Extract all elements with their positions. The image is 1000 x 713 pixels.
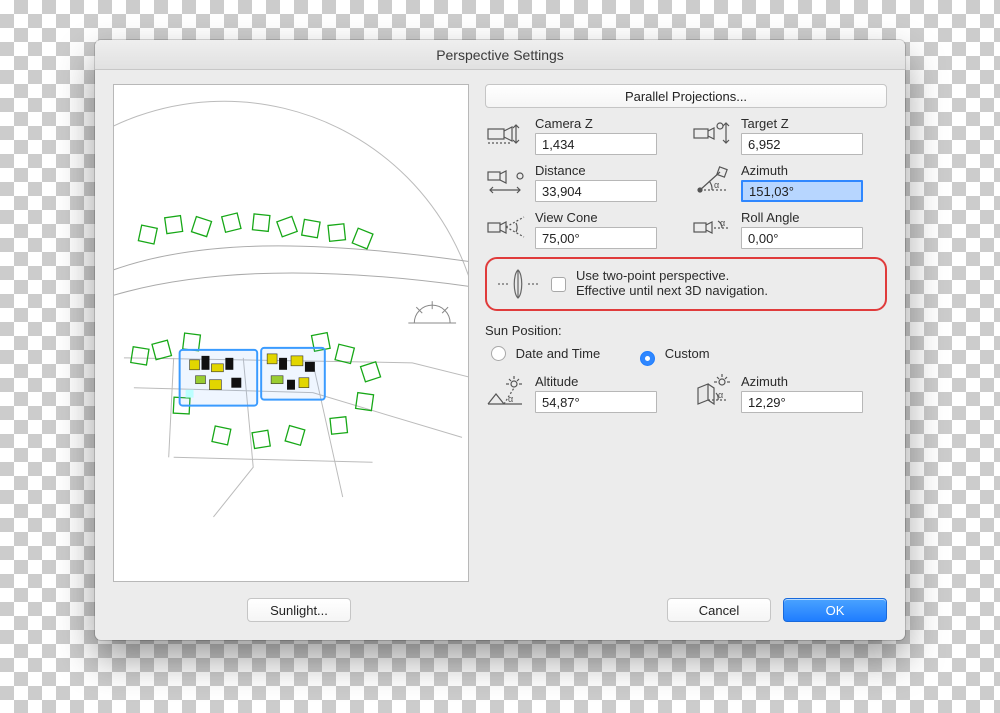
perspective-settings-dialog: Perspective Settings (95, 40, 905, 640)
svg-text:α: α (508, 394, 513, 404)
svg-text:α: α (714, 180, 719, 190)
sun-azimuth-icon: α (691, 374, 733, 410)
two-point-text: Use two-point perspective. Effective unt… (576, 268, 768, 298)
distance-label: Distance (535, 163, 681, 178)
field-target-z: Target Z 6,952 (691, 116, 887, 155)
field-distance: Distance 33,904 (485, 163, 681, 202)
row-distance-azimuth: Distance 33,904 α (485, 163, 887, 202)
preview-column (113, 84, 469, 582)
azimuth-input[interactable]: 151,03° (741, 180, 863, 202)
sun-altitude-input[interactable]: 54,87° (535, 391, 657, 413)
sun-altitude-icon: α (485, 374, 527, 410)
row-sun-altitude-azimuth: α Altitude 54,87° (485, 374, 887, 413)
parallel-projections-button[interactable]: Parallel Projections... (485, 84, 887, 108)
sun-altitude-label: Altitude (535, 374, 681, 389)
cancel-button[interactable]: Cancel (667, 598, 771, 622)
field-camera-z: Camera Z 1,434 (485, 116, 681, 155)
radio-date-time[interactable]: Date and Time (491, 346, 600, 366)
field-sun-azimuth: α Azimuth 12,29° (691, 374, 887, 413)
svg-text:α: α (720, 218, 725, 228)
titlebar: Perspective Settings (95, 40, 905, 70)
sun-position-label: Sun Position: (485, 323, 887, 338)
field-sun-altitude: α Altitude 54,87° (485, 374, 681, 413)
row-camera-target: Camera Z 1,434 (485, 116, 887, 155)
view-cone-label: View Cone (535, 210, 681, 225)
azimuth-label: Azimuth (741, 163, 887, 178)
field-roll-angle: α Roll Angle 0,00° (691, 210, 887, 249)
distance-input[interactable]: 33,904 (535, 180, 657, 202)
row-viewcone-roll: View Cone 75,00° α (485, 210, 887, 249)
plan-preview[interactable] (113, 84, 469, 582)
two-point-perspective-box: Use two-point perspective. Effective unt… (485, 257, 887, 311)
dialog-content: Parallel Projections... Camera Z (95, 70, 905, 594)
view-cone-icon (485, 210, 527, 246)
azimuth-icon: α (691, 163, 733, 199)
roll-angle-label: Roll Angle (741, 210, 887, 225)
target-z-input[interactable]: 6,952 (741, 133, 863, 155)
target-z-icon (691, 116, 733, 152)
two-point-checkbox[interactable] (551, 277, 566, 292)
svg-text:α: α (718, 390, 723, 400)
preview-svg (114, 85, 468, 581)
radio-custom[interactable]: Custom (640, 346, 709, 366)
ok-button[interactable]: OK (783, 598, 887, 622)
sunlight-button[interactable]: Sunlight... (247, 598, 351, 622)
settings-column: Parallel Projections... Camera Z (485, 84, 887, 582)
sun-azimuth-label: Azimuth (741, 374, 887, 389)
camera-z-icon (485, 116, 527, 152)
radio-custom-control[interactable] (640, 351, 655, 366)
field-view-cone: View Cone 75,00° (485, 210, 681, 249)
distance-icon (485, 163, 527, 199)
radio-date-time-control[interactable] (491, 346, 506, 361)
sun-position-radios: Date and Time Custom (485, 346, 887, 366)
field-azimuth: α Azimuth 151,03° (691, 163, 887, 202)
roll-angle-input[interactable]: 0,00° (741, 227, 863, 249)
bottom-bar: Sunlight... Cancel OK (95, 594, 905, 640)
roll-angle-icon: α (691, 210, 733, 246)
sun-azimuth-input[interactable]: 12,29° (741, 391, 863, 413)
camera-z-input[interactable]: 1,434 (535, 133, 657, 155)
view-cone-input[interactable]: 75,00° (535, 227, 657, 249)
target-z-label: Target Z (741, 116, 887, 131)
two-point-icon (495, 265, 541, 301)
camera-z-label: Camera Z (535, 116, 681, 131)
dialog-title: Perspective Settings (436, 47, 564, 63)
